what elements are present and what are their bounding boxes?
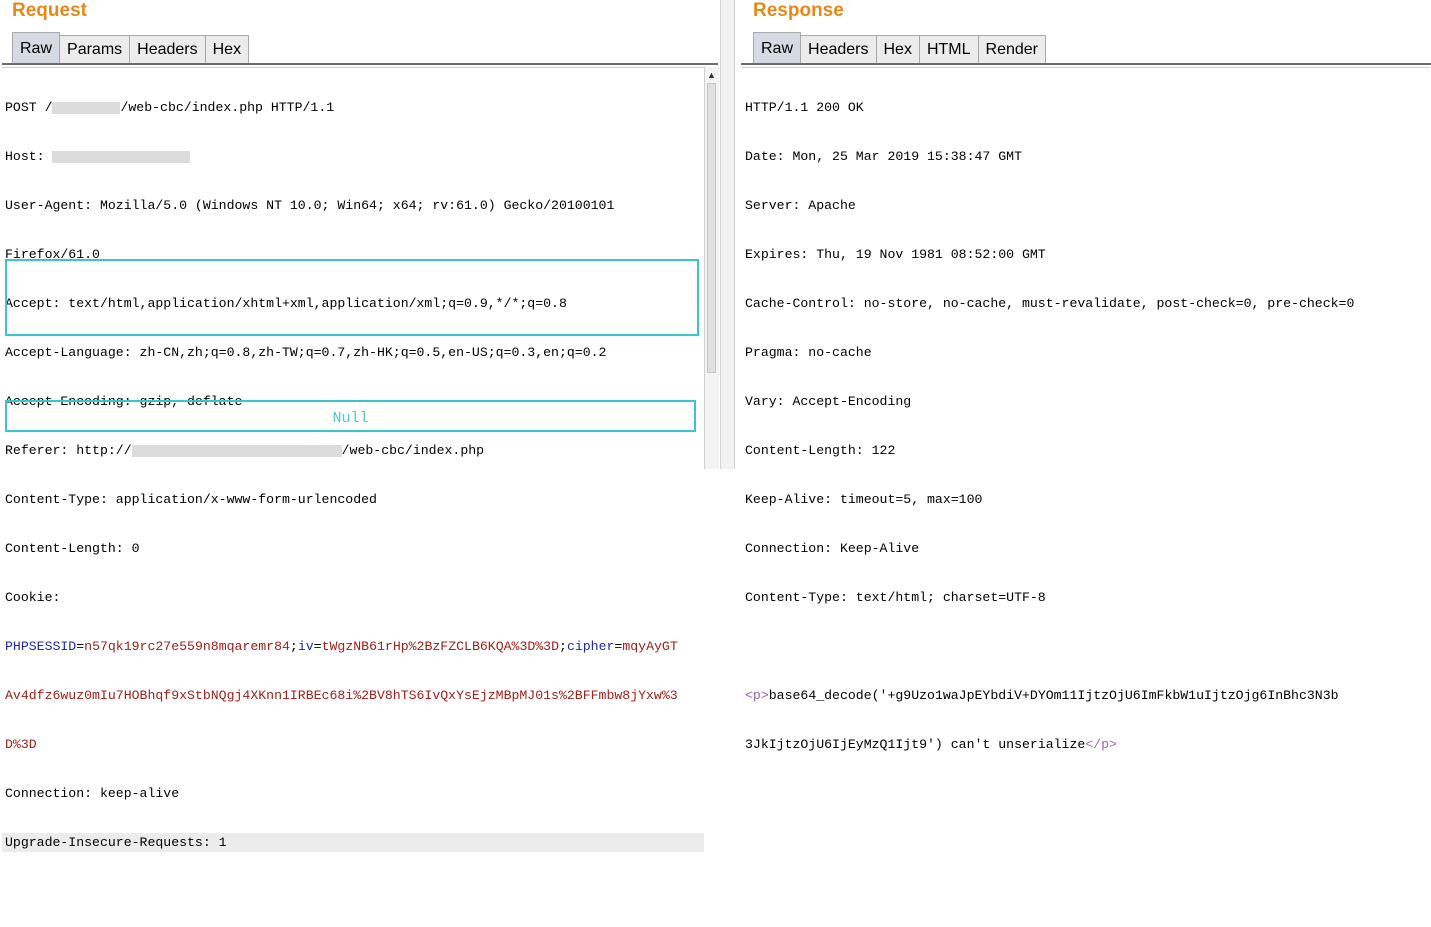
redacted-ip [52,101,121,114]
p-close-tag: </p> [1085,737,1117,752]
response-tab-raw[interactable]: Raw [753,32,802,63]
response-pane: Response Raw Headers Hex HTML Render HTT… [735,0,1431,752]
request-method-text: POST / [5,100,53,115]
request-tab-hex[interactable]: Hex [204,35,250,63]
request-line-upgrade: Upgrade-Insecure-Requests: 1 [2,833,704,852]
request-line-accept-language: Accept-Language: zh-CN,zh;q=0.8,zh-TW;q=… [5,345,607,360]
response-line-expires: Expires: Thu, 19 Nov 1981 08:52:00 GMT [745,247,1046,262]
response-body-line-1: <p>base64_decode('+g9Uzo1waJpEYbdiV+DYOm… [742,686,1430,705]
request-line-referer: Referer: http:///web-cbc/index.php [2,441,704,460]
request-scrollbar[interactable]: ▲ [704,67,719,469]
response-tabs: Raw Headers Hex HTML Render [753,32,1046,63]
response-line-status: HTTP/1.1 200 OK [745,100,864,115]
response-body-text-1: base64_decode('+g9Uzo1waJpEYbdiV+DYOm11I… [768,688,1339,703]
response-line-content-type: Content-Type: text/html; charset=UTF-8 [745,590,1046,605]
request-tab-headers[interactable]: Headers [129,35,206,63]
request-line-connection: Connection: keep-alive [5,786,180,801]
referer-path: /web-cbc/index.php [341,443,485,458]
response-title: Response [753,0,844,21]
response-tab-headers[interactable]: Headers [800,35,877,63]
request-line-cookie-cipher-end: D%3D [2,735,704,754]
request-tab-underline [2,63,718,65]
null-annotation: Null [332,410,369,427]
cookie-highlight-box [5,259,699,336]
response-line-pragma: Pragma: no-cache [745,345,872,360]
response-line-vary: Vary: Accept-Encoding [745,394,912,409]
redacted-referer [131,444,342,457]
response-line-content-length: Content-Length: 122 [745,443,896,458]
cookie-cipher-key: cipher [566,639,615,654]
request-tab-params[interactable]: Params [59,35,131,63]
request-pane: Request Raw Params Headers Hex POST / /we… [0,0,720,852]
cookie-iv-key: iv [297,639,314,654]
p-open-tag: <p> [745,688,769,703]
redacted-host [52,150,191,163]
scrollbar-thumb[interactable] [707,83,716,373]
response-tab-underline [741,63,1431,65]
response-body-text-2: 3JkIjtzOjU6IjEyMzQ1Ijt9') can't unserial… [745,737,1086,752]
cookie-cipher-value-1: mqyAyGT [622,639,678,654]
response-line-blank [742,637,1430,656]
response-body-line-2: 3JkIjtzOjU6IjEyMzQ1Ijt9') can't unserial… [742,735,1430,754]
request-line-content-type: Content-Type: application/x-www-form-url… [5,492,377,507]
request-title: Request [12,0,87,21]
request-tabs: Raw Params Headers Hex [12,32,250,63]
response-tab-render[interactable]: Render [977,35,1046,63]
request-line-host: Host: [2,147,704,166]
request-path-text: /web-cbc/index.php HTTP/1.1 [120,100,335,115]
cookie-iv-value: tWgzNB61rHp%2BzFZCLB6KQA%3D%3D [321,639,560,654]
request-line-post: POST / /web-cbc/index.php HTTP/1.1 [2,98,704,117]
cookie-cipher-value-2: Av4dfz6wuz0mIu7HOBhqf9xStbNQgj4XKnn1IRBE… [5,688,678,703]
response-tab-html[interactable]: HTML [918,35,979,63]
cookie-phpsessid-key: PHPSESSID [5,639,77,654]
host-label: Host: [5,149,53,164]
response-line-keep-alive: Keep-Alive: timeout=5, max=100 [745,492,983,507]
request-line-cookie-cipher-cont: Av4dfz6wuz0mIu7HOBhqf9xStbNQgj4XKnn1IRBE… [2,686,704,705]
null-highlight-box: Null [5,400,696,432]
scroll-up-arrow-icon[interactable]: ▲ [706,68,717,82]
response-line-connection: Connection: Keep-Alive [745,541,920,556]
response-line-date: Date: Mon, 25 Mar 2019 15:38:47 GMT [745,149,1022,164]
request-line-content-length: Content-Length: 0 [5,541,140,556]
response-line-server: Server: Apache [745,198,856,213]
request-line-cookie-values: PHPSESSID=n57qk19rc27e559n8mqaremr84;iv=… [5,639,678,654]
request-tab-raw[interactable]: Raw [12,32,61,63]
request-line-cookie: Cookie: [5,590,61,605]
cookie-cipher-value-3: D%3D [5,737,37,752]
pane-splitter[interactable] [720,0,735,469]
response-line-cache-control: Cache-Control: no-store, no-cache, must-… [745,296,1355,311]
request-editor[interactable]: POST //web-cbc/index.php HTTP/1.1 Host: … [2,67,704,852]
request-line-user-agent-1: User-Agent: Mozilla/5.0 (Windows NT 10.0… [5,198,615,213]
cookie-phpsessid-value: n57qk19rc27e559n8mqaremr84 [84,639,290,654]
response-tab-hex[interactable]: Hex [875,35,920,63]
response-editor[interactable]: HTTP/1.1 200 OK Date: Mon, 25 Mar 2019 1… [742,67,1430,752]
